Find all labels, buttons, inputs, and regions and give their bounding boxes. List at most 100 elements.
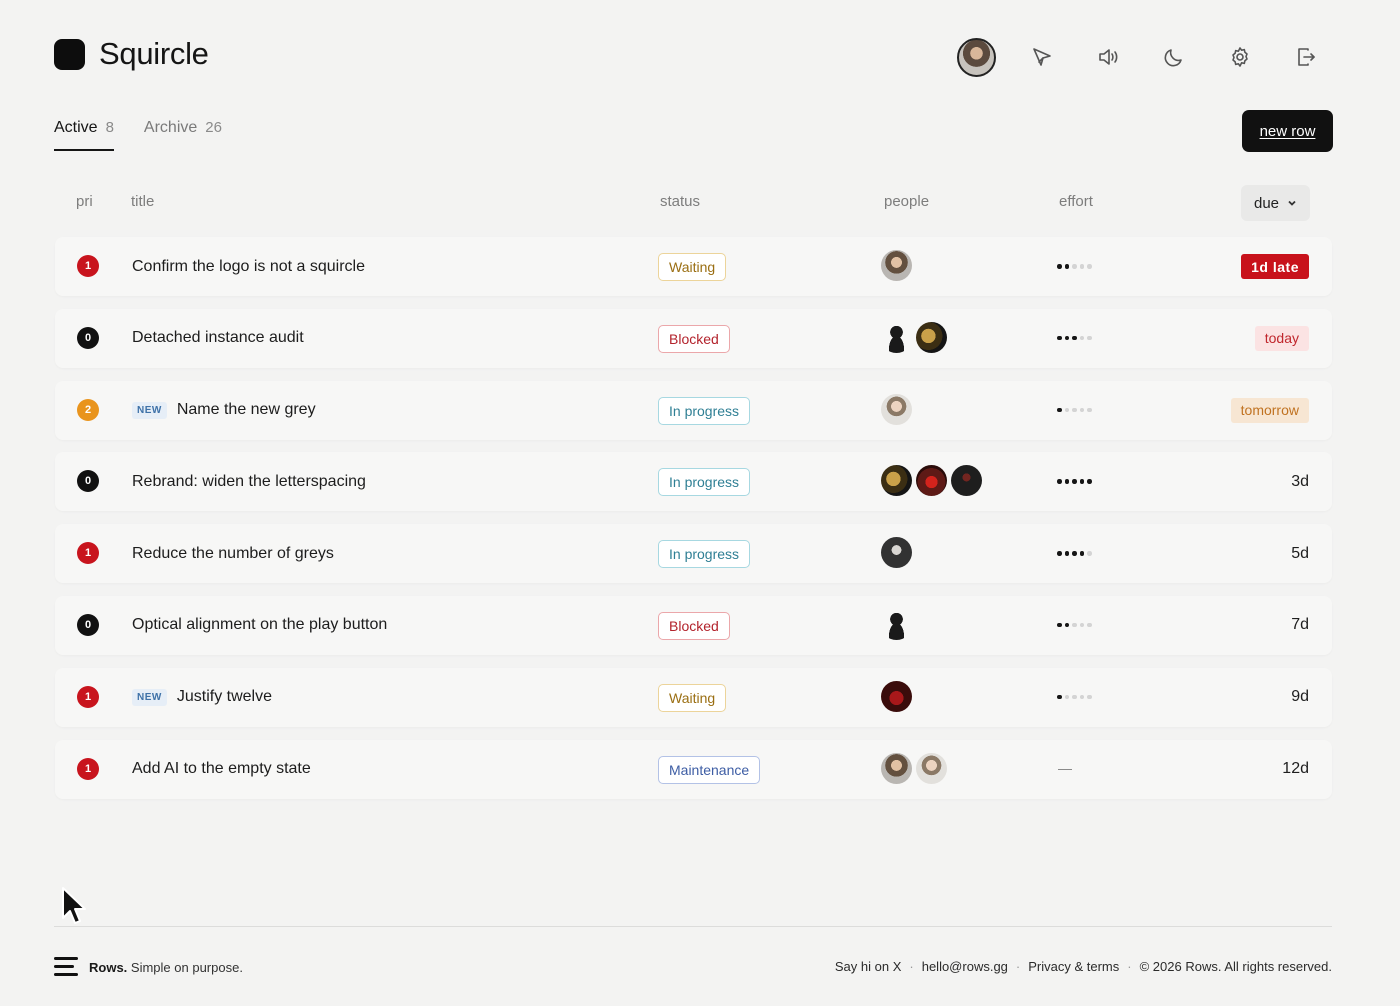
status-badge[interactable]: Waiting: [658, 253, 727, 281]
effort-dot: [1087, 622, 1092, 628]
effort-dot: [1064, 335, 1069, 341]
avatar[interactable]: [916, 465, 947, 497]
settings-button[interactable]: [1220, 37, 1260, 77]
effort-meter: [1057, 335, 1092, 341]
priority-badge: 1: [77, 685, 99, 708]
due-badge: 3d: [1291, 472, 1309, 490]
effort-dot: [1057, 622, 1062, 628]
title-cell: Rebrand: widen the letterspacing: [132, 452, 366, 511]
effort-dot: [1057, 694, 1062, 700]
footer-tagline: Simple on purpose.: [130, 959, 243, 975]
status-badge[interactable]: Waiting: [658, 683, 727, 712]
row-title: Reduce the number of greys: [132, 544, 334, 562]
footer-link-privacy[interactable]: Privacy & terms: [1028, 959, 1119, 974]
column-header-due-sort[interactable]: due: [1241, 185, 1310, 221]
new-badge: NEW: [132, 401, 167, 419]
table-row[interactable]: 1 Confirm the logo is not a squircle Waiti…: [55, 237, 1332, 296]
gear-icon: [1232, 47, 1248, 67]
mouse-cursor-icon: [62, 887, 86, 924]
avatar[interactable]: [916, 321, 947, 353]
table-row[interactable]: 0 Rebrand: widen the letterspacing In prog…: [55, 452, 1332, 512]
title-cell: Detached instance audit: [132, 309, 304, 368]
title-cell: Add AI to the empty state: [132, 740, 311, 799]
avatar[interactable]: [881, 321, 912, 353]
effort-meter: [1057, 479, 1092, 484]
column-header-people[interactable]: people: [884, 193, 929, 210]
effort-dot: [1072, 407, 1077, 413]
due-sort-label: due: [1253, 194, 1280, 212]
avatar[interactable]: [881, 752, 912, 784]
user-avatar-button[interactable]: [956, 37, 996, 77]
effort-dot: [1072, 622, 1077, 628]
effort-dot: [1087, 264, 1092, 269]
avatar[interactable]: [881, 537, 912, 569]
column-header-title[interactable]: title: [131, 193, 154, 210]
brand[interactable]: Squircle: [54, 36, 209, 72]
effort-dot: [1079, 479, 1084, 484]
effort-dot: [1079, 335, 1084, 341]
footer-links: Say hi on X · hello@rows.gg · Privacy & …: [835, 959, 1332, 974]
footer-link-email[interactable]: hello@rows.gg: [922, 959, 1008, 974]
effort-dot: [1087, 479, 1092, 484]
table-row[interactable]: 2 NEW Name the new grey In progress tomorrow: [55, 380, 1332, 440]
row-title: Name the new grey: [176, 401, 316, 419]
logout-icon: [1298, 48, 1315, 66]
people-cell: [881, 465, 982, 497]
avatar[interactable]: [951, 465, 982, 497]
effort-dot: [1064, 479, 1069, 484]
table-row[interactable]: 1 NEW Justify twelve Waiting 9d: [55, 667, 1332, 727]
effort-dot: [1079, 622, 1084, 628]
send-button[interactable]: [1022, 37, 1062, 77]
logout-button[interactable]: [1286, 37, 1326, 77]
status-badge[interactable]: In progress: [658, 468, 751, 497]
tab-bar: Active 8 Archive 26: [54, 119, 222, 151]
status-badge[interactable]: In progress: [658, 396, 751, 425]
column-header-effort[interactable]: effort: [1059, 193, 1093, 210]
tab-archive[interactable]: Archive 26: [144, 119, 222, 151]
send-icon: [1033, 48, 1051, 66]
status-badge[interactable]: Maintenance: [658, 755, 761, 784]
avatar[interactable]: [881, 393, 912, 425]
effort-dot: [1057, 335, 1062, 341]
avatar[interactable]: [881, 250, 912, 281]
effort-dot: [1064, 694, 1069, 700]
effort-dot: [1064, 622, 1069, 628]
footer-brand-name: Rows.: [89, 959, 128, 975]
table-row[interactable]: 0 Detached instance audit Blocked today: [55, 308, 1332, 368]
table-row[interactable]: 1 Add AI to the empty state Maintenance 12d: [55, 739, 1332, 799]
priority-badge: 0: [77, 470, 99, 493]
effort-dot: [1072, 551, 1077, 556]
column-header-pri[interactable]: pri: [76, 193, 93, 210]
new-row-button[interactable]: new row: [1242, 110, 1333, 152]
row-title: Detached instance audit: [132, 329, 304, 347]
table-row[interactable]: 1 Reduce the number of greys In progress 5d: [55, 524, 1332, 584]
effort-dot: [1057, 407, 1062, 413]
footer-link-x[interactable]: Say hi on X: [835, 959, 902, 974]
column-header-status[interactable]: status: [660, 193, 700, 210]
effort-dot: [1079, 264, 1084, 269]
tab-active[interactable]: Active 8: [54, 119, 114, 151]
due-badge: today: [1254, 325, 1309, 351]
due-badge: 1d late: [1241, 254, 1309, 279]
avatar[interactable]: [881, 465, 912, 497]
effort-dot: [1079, 551, 1084, 556]
footer-copyright: © 2026 Rows. All rights reserved.: [1139, 959, 1332, 974]
sound-button[interactable]: [1088, 37, 1128, 77]
effort-dot: [1087, 694, 1092, 700]
table-row[interactable]: 0 Optical alignment on the play button Blo…: [55, 595, 1332, 655]
due-badge: 5d: [1291, 544, 1309, 562]
avatar[interactable]: [881, 608, 912, 640]
theme-toggle-button[interactable]: [1154, 37, 1194, 77]
due-badge: 12d: [1282, 760, 1309, 778]
effort-dot: [1087, 551, 1092, 556]
effort-dot: [1057, 479, 1062, 484]
status-badge[interactable]: Blocked: [658, 324, 730, 353]
priority-badge: 0: [77, 326, 99, 349]
tab-count: 26: [205, 119, 222, 136]
avatar[interactable]: [881, 680, 912, 712]
status-badge[interactable]: Blocked: [658, 611, 730, 640]
effort-meter: [1057, 264, 1092, 269]
avatar[interactable]: [916, 752, 947, 784]
status-badge[interactable]: In progress: [658, 540, 751, 569]
footer-brand[interactable]: Rows. Simple on purpose.: [54, 956, 243, 978]
